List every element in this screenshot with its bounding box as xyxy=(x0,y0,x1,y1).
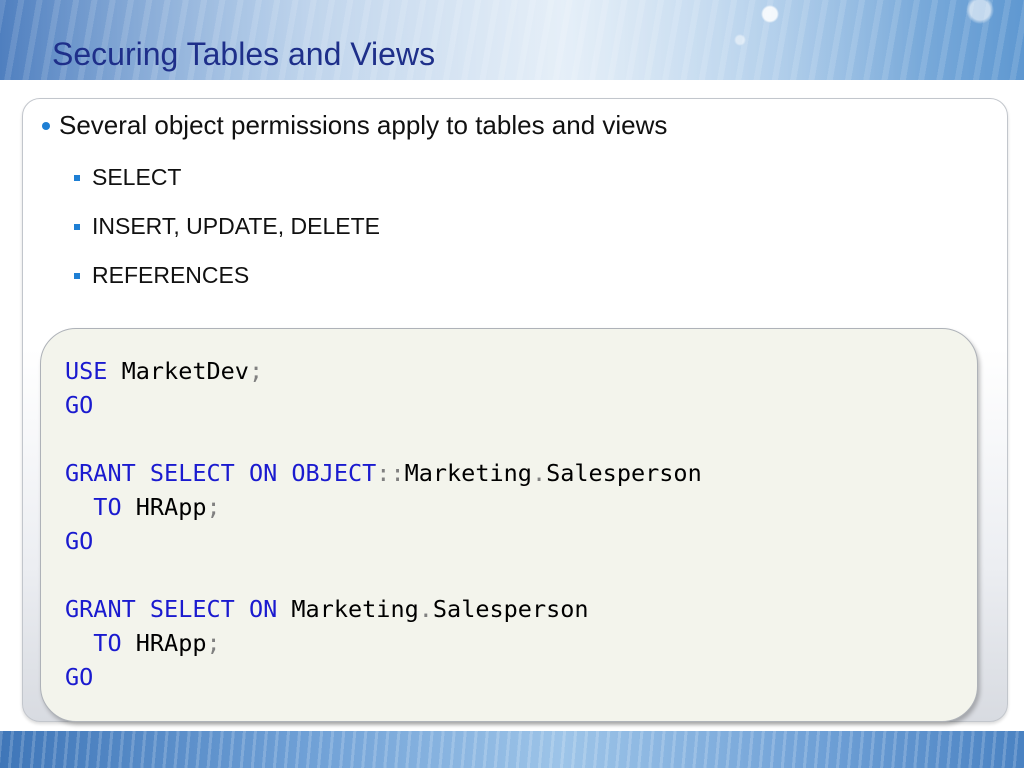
code-keyword: SELECT xyxy=(149,595,235,623)
footer-banner xyxy=(0,731,1024,768)
code-identifier: Salesperson xyxy=(432,595,589,623)
code-line-go: GO xyxy=(65,391,94,419)
sub-item-text: REFERENCES xyxy=(92,262,250,288)
sub-item-references: REFERENCES xyxy=(74,264,249,287)
code-line-go: GO xyxy=(65,527,94,555)
code-identifier: Marketing xyxy=(291,595,419,623)
code-line-go: GO xyxy=(65,663,94,691)
code-keyword: ON xyxy=(248,459,278,487)
code-keyword: ON xyxy=(248,595,278,623)
code-keyword: OBJECT xyxy=(291,459,377,487)
bullet-dot-icon xyxy=(42,122,50,130)
code-line-use: USE MarketDev; xyxy=(65,357,264,385)
code-punctuation: . xyxy=(418,595,433,623)
sub-item-text: INSERT, UPDATE, DELETE xyxy=(92,213,380,239)
code-keyword: TO xyxy=(93,629,122,657)
sub-item-select: SELECT xyxy=(74,166,181,189)
code-keyword: GRANT xyxy=(65,595,136,623)
code-line-grant: GRANT SELECT ON Marketing.Salesperson xyxy=(65,595,589,623)
square-bullet-icon xyxy=(74,174,80,181)
code-line-grant-object: GRANT SELECT ON OBJECT::Marketing.Salesp… xyxy=(65,459,702,487)
code-keyword: GO xyxy=(65,391,94,419)
code-keyword: TO xyxy=(93,493,122,521)
sub-item-text: SELECT xyxy=(92,164,182,190)
main-bullet-text: Several object permissions apply to tabl… xyxy=(59,110,668,140)
code-line-to: TO HRApp; xyxy=(65,493,221,521)
code-punctuation: . xyxy=(531,459,547,487)
code-keyword: SELECT xyxy=(149,459,235,487)
code-keyword: GO xyxy=(65,527,94,555)
code-keyword: USE xyxy=(65,357,108,385)
code-identifier: Salesperson xyxy=(546,459,702,487)
slide-title: Securing Tables and Views xyxy=(52,36,436,72)
square-bullet-icon xyxy=(74,272,80,279)
code-line-to: TO HRApp; xyxy=(65,629,221,657)
code-identifier: HRApp xyxy=(135,493,207,521)
code-punctuation: ; xyxy=(206,629,221,657)
code-identifier: HRApp xyxy=(135,629,207,657)
code-punctuation: ; xyxy=(248,357,264,385)
code-punctuation: :: xyxy=(376,459,405,487)
code-punctuation: ; xyxy=(206,493,221,521)
code-sample-box xyxy=(40,328,978,722)
code-keyword: GO xyxy=(65,663,94,691)
code-identifier: Marketing xyxy=(404,459,532,487)
code-identifier: MarketDev xyxy=(121,357,249,385)
sub-item-insert-update-delete: INSERT, UPDATE, DELETE xyxy=(74,215,380,238)
square-bullet-icon xyxy=(74,223,80,230)
main-bullet: Several object permissions apply to tabl… xyxy=(42,112,667,138)
code-keyword: GRANT xyxy=(65,459,136,487)
